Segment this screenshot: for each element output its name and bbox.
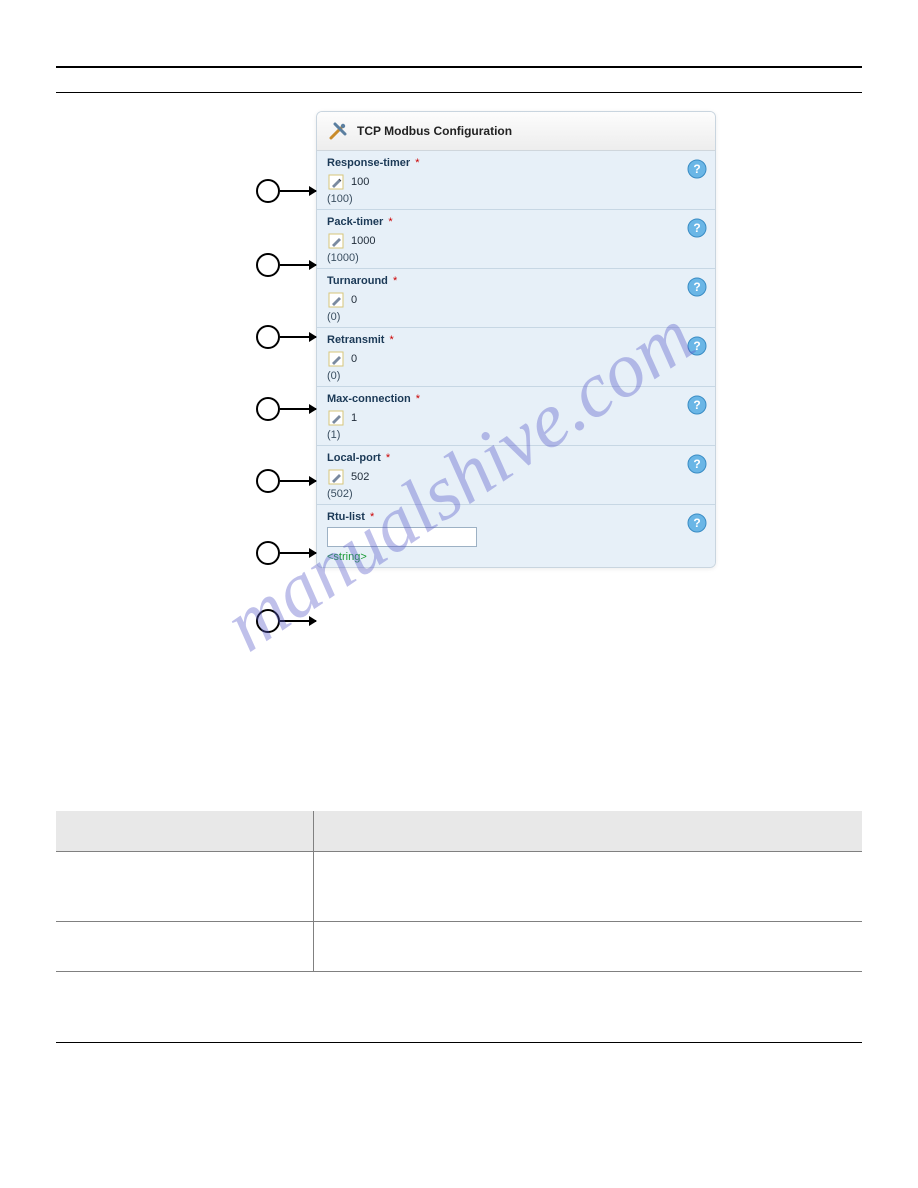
- field-default: (100): [327, 193, 705, 205]
- field-value: 502: [351, 471, 369, 483]
- svg-text:?: ?: [693, 516, 700, 530]
- panel-body: Response-timer * 100 (100) ? Pack-timer …: [317, 151, 715, 567]
- edit-icon[interactable]: [327, 468, 345, 486]
- svg-text:?: ?: [693, 339, 700, 353]
- arrow-7: [280, 620, 316, 622]
- edit-icon[interactable]: [327, 409, 345, 427]
- table-row: [56, 921, 862, 971]
- field-default: (0): [327, 311, 705, 323]
- field-default: (1): [327, 429, 705, 441]
- arrow-3: [280, 336, 316, 338]
- panel-zone: TCP Modbus Configuration Response-timer …: [56, 111, 862, 731]
- help-icon[interactable]: ?: [687, 336, 707, 356]
- table-header-left: [56, 811, 314, 851]
- arrow-2: [280, 264, 316, 266]
- callout-1: [256, 179, 280, 203]
- field-label: Response-timer *: [327, 157, 705, 169]
- field-value: 100: [351, 176, 369, 188]
- field-label: Local-port *: [327, 452, 705, 464]
- panel-header: TCP Modbus Configuration: [317, 112, 715, 151]
- help-icon[interactable]: ?: [687, 395, 707, 415]
- arrow-4: [280, 408, 316, 410]
- svg-text:?: ?: [693, 221, 700, 235]
- field-label: Rtu-list *: [327, 511, 705, 523]
- svg-text:?: ?: [693, 280, 700, 294]
- field-rtu-list: Rtu-list * <string> ?: [317, 504, 715, 567]
- config-panel: TCP Modbus Configuration Response-timer …: [316, 111, 716, 568]
- edit-icon[interactable]: [327, 173, 345, 191]
- field-retransmit: Retransmit * 0 (0) ?: [317, 327, 715, 386]
- help-icon[interactable]: ?: [687, 513, 707, 533]
- svg-text:?: ?: [693, 162, 700, 176]
- description-table: [56, 811, 862, 972]
- table-header-row: [56, 811, 862, 851]
- svg-text:?: ?: [693, 457, 700, 471]
- edit-icon[interactable]: [327, 350, 345, 368]
- table-cell-right: [314, 921, 862, 971]
- field-default: (502): [327, 488, 705, 500]
- callout-3: [256, 325, 280, 349]
- field-value: 1: [351, 412, 357, 424]
- help-icon[interactable]: ?: [687, 159, 707, 179]
- field-label: Retransmit *: [327, 334, 705, 346]
- field-pack-timer: Pack-timer * 1000 (1000) ?: [317, 209, 715, 268]
- field-value: 0: [351, 353, 357, 365]
- field-label: Pack-timer *: [327, 216, 705, 228]
- table-cell-left: [56, 851, 314, 921]
- callout-2: [256, 253, 280, 277]
- callout-7: [256, 609, 280, 633]
- panel-title: TCP Modbus Configuration: [357, 124, 512, 138]
- arrow-6: [280, 552, 316, 554]
- field-value: 0: [351, 294, 357, 306]
- rtu-list-input[interactable]: [327, 527, 477, 547]
- callout-6: [256, 541, 280, 565]
- arrow-1: [280, 190, 316, 192]
- field-label: Turnaround *: [327, 275, 705, 287]
- field-hint: <string>: [327, 551, 705, 563]
- field-response-timer: Response-timer * 100 (100) ?: [317, 151, 715, 209]
- top-divider: [56, 66, 862, 68]
- edit-icon[interactable]: [327, 232, 345, 250]
- field-label: Max-connection *: [327, 393, 705, 405]
- callout-4: [256, 397, 280, 421]
- help-icon[interactable]: ?: [687, 277, 707, 297]
- field-turnaround: Turnaround * 0 (0) ?: [317, 268, 715, 327]
- help-icon[interactable]: ?: [687, 218, 707, 238]
- tools-icon: [327, 120, 349, 142]
- callout-5: [256, 469, 280, 493]
- field-default: (1000): [327, 252, 705, 264]
- field-max-connection: Max-connection * 1 (1) ?: [317, 386, 715, 445]
- field-value: 1000: [351, 235, 375, 247]
- field-default: (0): [327, 370, 705, 382]
- bottom-divider: [56, 1042, 862, 1043]
- table-cell-right: [314, 851, 862, 921]
- svg-text:?: ?: [693, 398, 700, 412]
- field-local-port: Local-port * 502 (502) ?: [317, 445, 715, 504]
- table-row: [56, 851, 862, 921]
- help-icon[interactable]: ?: [687, 454, 707, 474]
- arrow-5: [280, 480, 316, 482]
- table-header-right: [314, 811, 862, 851]
- sub-divider: [56, 92, 862, 93]
- table-cell-left: [56, 921, 314, 971]
- edit-icon[interactable]: [327, 291, 345, 309]
